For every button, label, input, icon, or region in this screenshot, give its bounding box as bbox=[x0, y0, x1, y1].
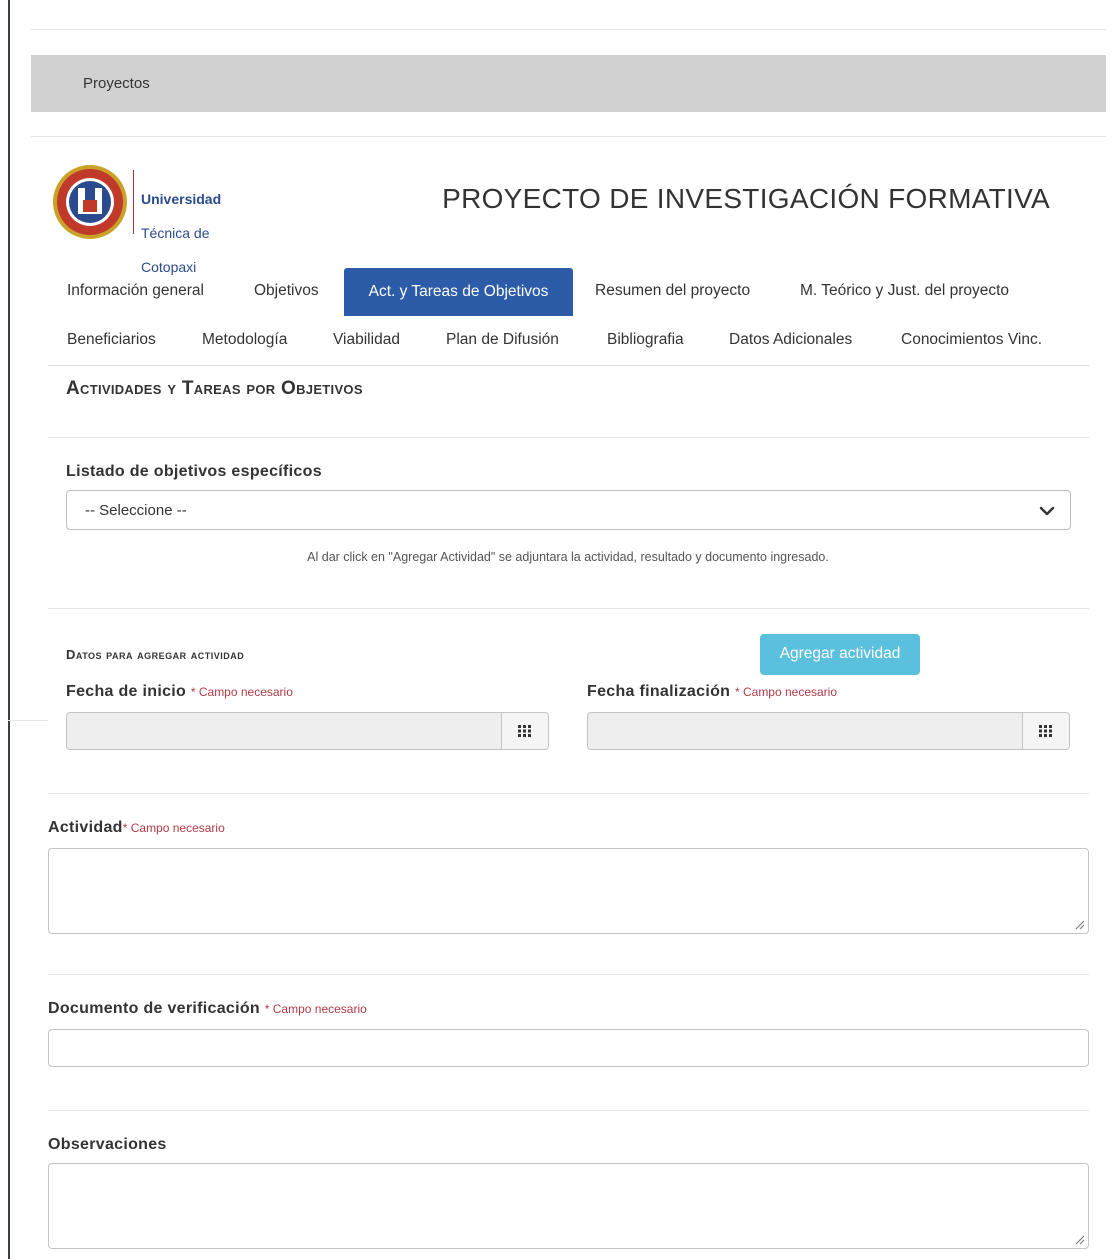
tab-informacion-general[interactable]: Información general bbox=[67, 282, 204, 300]
left-tick-divider bbox=[8, 720, 48, 721]
tab-datos-adicionales[interactable]: Datos Adicionales bbox=[729, 331, 852, 349]
document-required: * Campo necesario bbox=[264, 1002, 367, 1016]
add-activity-hint: Al dar click en "Agregar Actividad" se a… bbox=[307, 550, 829, 564]
tab-objetivos[interactable]: Objetivos bbox=[254, 282, 319, 300]
calendar-grid-icon bbox=[518, 725, 531, 737]
tab-viabilidad[interactable]: Viabilidad bbox=[333, 331, 400, 349]
end-date-required: * Campo necesario bbox=[734, 685, 838, 699]
document-label-text: Documento de verificación bbox=[48, 1000, 260, 1017]
header-divider bbox=[31, 136, 1106, 137]
objectives-select-value: -- Seleccione -- bbox=[85, 502, 187, 519]
tab-bibliografia[interactable]: Bibliografia bbox=[607, 331, 684, 349]
tab-marco-teorico[interactable]: M. Teórico y Just. del proyecto bbox=[800, 282, 1009, 300]
tabs-divider bbox=[48, 365, 1089, 366]
section-divider bbox=[48, 437, 1089, 438]
observations-textarea[interactable] bbox=[48, 1163, 1089, 1249]
end-date-picker-button[interactable] bbox=[1022, 712, 1070, 750]
logo-line-2: Técnica de bbox=[141, 225, 210, 241]
university-logo: Universidad Técnica de Cotopaxi bbox=[52, 164, 232, 275]
form-divider bbox=[48, 608, 1089, 609]
tab-resumen-proyecto[interactable]: Resumen del proyecto bbox=[595, 282, 750, 300]
tab-beneficiarios[interactable]: Beneficiarios bbox=[67, 331, 156, 349]
breadcrumb-proyectos-link[interactable]: Proyectos bbox=[83, 75, 150, 92]
start-date-picker-button[interactable] bbox=[501, 712, 549, 750]
resize-grip-icon[interactable] bbox=[1073, 1233, 1085, 1245]
end-date-label-text: Fecha finalización bbox=[587, 683, 731, 700]
section-heading: Actividades y Tareas por Objetivos bbox=[66, 378, 363, 399]
top-divider bbox=[31, 29, 1106, 30]
logo-line-1: Universidad bbox=[141, 191, 222, 207]
document-label: Documento de verificación * Campo necesa… bbox=[48, 1000, 367, 1018]
tab-act-tareas-objetivos[interactable]: Act. y Tareas de Objetivos bbox=[344, 268, 573, 316]
logo-divider bbox=[133, 170, 134, 234]
end-date-label: Fecha finalización * Campo necesario bbox=[587, 683, 837, 701]
start-date-input[interactable] bbox=[66, 712, 502, 750]
activity-textarea[interactable] bbox=[48, 848, 1089, 934]
resize-grip-icon[interactable] bbox=[1073, 918, 1085, 930]
tab-conocimientos-vinc[interactable]: Conocimientos Vinc. bbox=[901, 331, 1042, 349]
calendar-grid-icon bbox=[1039, 725, 1052, 737]
tab-plan-difusion[interactable]: Plan de Difusión bbox=[446, 331, 559, 349]
start-date-required: * Campo necesario bbox=[190, 685, 293, 699]
end-date-input[interactable] bbox=[587, 712, 1023, 750]
logo-line-3: Cotopaxi bbox=[141, 259, 197, 275]
document-divider bbox=[48, 1110, 1089, 1111]
activity-label-text: Actividad bbox=[48, 819, 123, 836]
activity-label: Actividad* Campo necesario bbox=[48, 819, 225, 837]
chevron-down-icon bbox=[1039, 506, 1055, 516]
activity-data-heading: Datos para agregar actividad bbox=[66, 647, 245, 662]
logo-text: Universidad Técnica de Cotopaxi bbox=[141, 174, 221, 293]
objectives-label: Listado de objetivos específicos bbox=[66, 463, 322, 480]
left-border bbox=[8, 0, 10, 1259]
university-seal-icon bbox=[53, 165, 127, 239]
objectives-select[interactable]: -- Seleccione -- bbox=[66, 490, 1071, 530]
start-date-label: Fecha de inicio * Campo necesario bbox=[66, 683, 293, 701]
activity-required: * Campo necesario bbox=[122, 821, 225, 835]
breadcrumb: Proyectos bbox=[31, 55, 1106, 112]
start-date-label-text: Fecha de inicio bbox=[66, 683, 187, 700]
dates-divider bbox=[48, 793, 1089, 794]
activity-divider bbox=[48, 974, 1089, 975]
document-input[interactable] bbox=[48, 1029, 1089, 1067]
page-title: PROYECTO DE INVESTIGACIÓN FORMATIVA bbox=[442, 183, 1050, 214]
add-activity-button[interactable]: Agregar actividad bbox=[760, 634, 920, 675]
observations-label: Observaciones bbox=[48, 1136, 167, 1153]
tab-metodologia[interactable]: Metodología bbox=[202, 331, 287, 349]
